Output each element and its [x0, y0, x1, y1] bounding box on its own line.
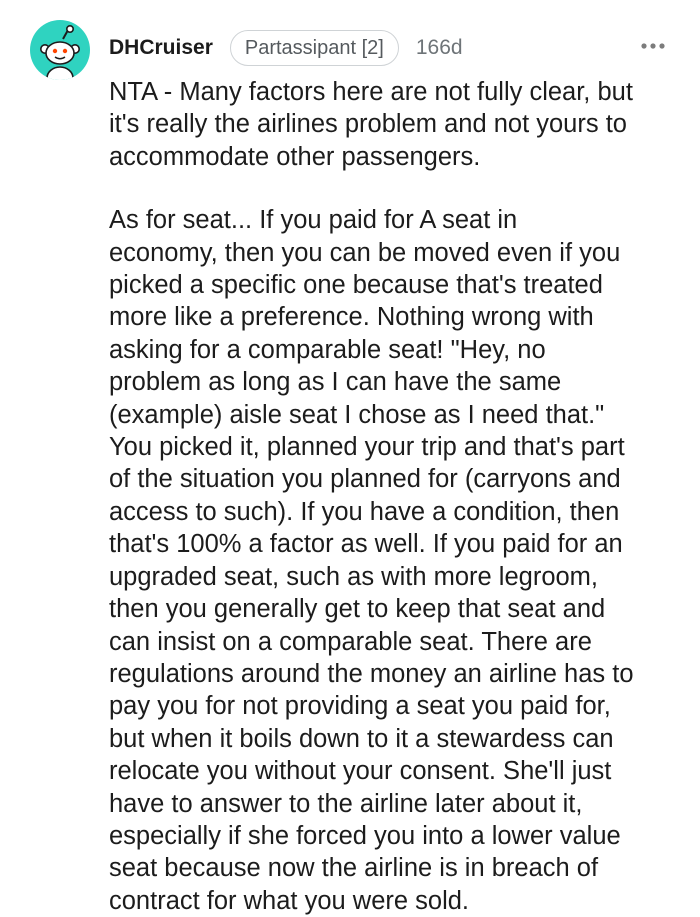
more-options-icon[interactable]: [640, 38, 666, 54]
comment-body: NTA - Many factors here are not fully cl…: [109, 76, 679, 917]
comment-paragraph: NTA - Many factors here are not fully cl…: [109, 78, 633, 171]
snoo-avatar-icon[interactable]: [30, 20, 90, 80]
comment-paragraph: As for seat... If you paid for A seat in…: [109, 206, 634, 915]
comment: DHCruiser Partassipant [2] 166d NTA - Ma…: [0, 0, 700, 915]
user-flair-badge: Partassipant [2]: [229, 30, 399, 66]
comment-header: DHCruiser Partassipant [2] 166d: [109, 30, 463, 66]
comment-timestamp: 166d: [415, 36, 463, 59]
username-link[interactable]: DHCruiser: [109, 36, 213, 60]
